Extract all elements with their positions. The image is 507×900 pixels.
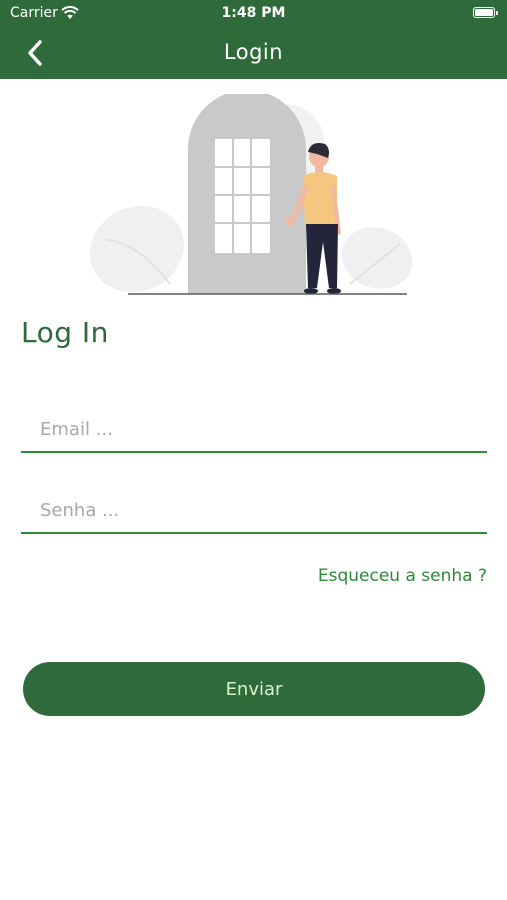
forgot-password-link[interactable]: Esqueceu a senha ? <box>318 566 487 586</box>
login-heading: Log In <box>21 316 109 349</box>
email-input[interactable] <box>21 407 487 451</box>
submit-button-label: Enviar <box>225 678 283 700</box>
email-field[interactable] <box>21 407 487 453</box>
door-illustration <box>90 94 413 295</box>
submit-button[interactable]: Enviar <box>23 662 485 716</box>
navigation-bar: Login <box>0 28 507 79</box>
status-bar: Carrier 1:48 PM <box>0 0 507 28</box>
battery-icon <box>473 7 498 18</box>
password-field[interactable] <box>21 488 487 534</box>
nav-title: Login <box>223 40 284 64</box>
status-time: 1:48 PM <box>221 5 286 21</box>
password-input[interactable] <box>21 488 487 532</box>
